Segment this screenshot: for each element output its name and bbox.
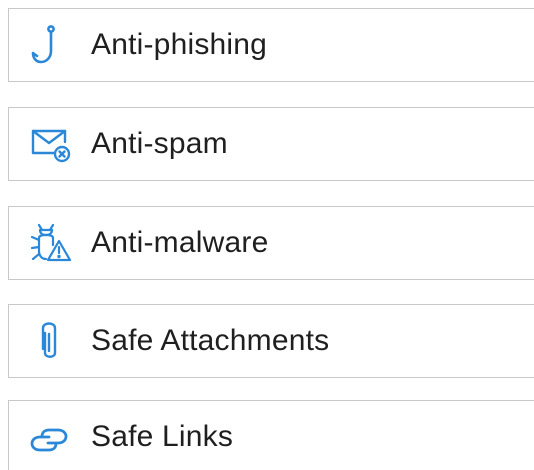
policy-label: Anti-malware: [91, 226, 269, 259]
link-icon: [21, 412, 79, 462]
policy-label: Safe Links: [91, 420, 234, 453]
mail-blocked-icon: [21, 119, 79, 169]
paperclip-icon: [21, 316, 79, 366]
policy-label: Safe Attachments: [91, 324, 330, 357]
policy-card-safe-links[interactable]: Safe Links: [8, 400, 534, 470]
policy-label: Anti-phishing: [91, 28, 268, 61]
policy-card-anti-spam[interactable]: Anti-spam: [8, 107, 534, 181]
bug-warning-icon: [21, 218, 79, 268]
fishing-hook-icon: [21, 20, 79, 70]
policy-card-anti-malware[interactable]: Anti-malware: [8, 206, 534, 280]
policy-label: Anti-spam: [91, 127, 228, 160]
policy-card-anti-phishing[interactable]: Anti-phishing: [8, 8, 534, 82]
policy-card-safe-attachments[interactable]: Safe Attachments: [8, 304, 534, 378]
